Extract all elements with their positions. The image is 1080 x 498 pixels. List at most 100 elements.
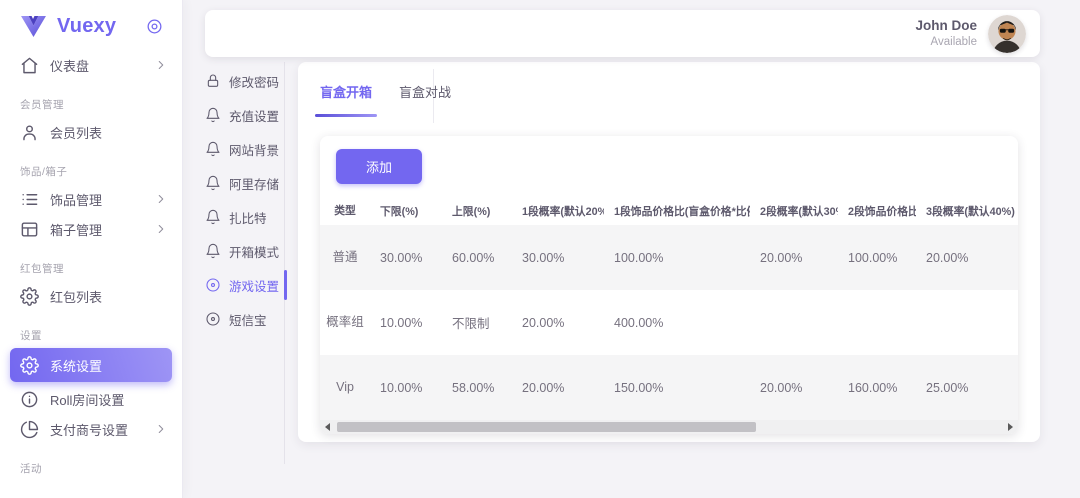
header-card: John Doe Available <box>205 10 1040 57</box>
table-cell: 20.00% <box>750 225 838 290</box>
tab-blindbox-battle[interactable]: 盲盒对战 <box>399 82 451 101</box>
sidebar-item-label: 支付商号设置 <box>50 420 143 439</box>
user-meta: John Doe Available <box>915 18 977 49</box>
table-cell: 不限制 <box>442 290 512 355</box>
settings-menu-item-label: 充值设置 <box>229 106 279 125</box>
nav-section-heading: 活动 <box>20 461 162 476</box>
table-header-row: 类型下限(%)上限(%)1段概率(默认20%)1段饰品价格比(盲盒价格*比例)2… <box>320 197 1018 225</box>
sidebar-item-ornament-manage[interactable]: 饰品管理 <box>0 184 182 214</box>
table-body: 普通30.00%60.00%30.00%100.00%20.00%100.00%… <box>320 225 1018 420</box>
table-cell: 100.00% <box>838 225 916 290</box>
column-header: 3段概率(默认40%) <box>916 197 1018 225</box>
vuexy-logo-icon <box>20 15 47 38</box>
table-cell: 60.00% <box>442 225 512 290</box>
table-cell: 400.00% <box>604 290 750 355</box>
sidebar-item-system-settings[interactable]: 系统设置 <box>10 348 172 382</box>
logo-row: Vuexy <box>0 0 182 50</box>
sidebar-item-label: 饰品管理 <box>50 190 143 209</box>
table-cell <box>838 290 916 355</box>
settings-menu-item-ali-storage[interactable]: 阿里存储 <box>205 166 284 200</box>
chevron-icon <box>154 192 168 206</box>
brand-name: Vuexy <box>57 15 145 38</box>
sidebar-pin-toggle-icon[interactable] <box>145 17 164 36</box>
sidebar-item-payment-merchant-settings[interactable]: 支付商号设置 <box>0 414 182 444</box>
chevron-icon <box>154 422 168 436</box>
sidebar-item-label: Roll房间设置 <box>50 390 168 409</box>
chevron-icon <box>154 58 168 72</box>
user-status: Available <box>915 35 977 49</box>
add-button[interactable]: 添加 <box>336 149 422 184</box>
nav-section-heading: 红包管理 <box>20 261 162 276</box>
column-header: 2段概率(默认30%) <box>750 197 838 225</box>
column-header: 下限(%) <box>370 197 442 225</box>
table-row: 概率组10.00%不限制20.00%400.00% <box>320 290 1018 355</box>
table-cell: 20.00% <box>750 355 838 420</box>
sidebar-item-label: 箱子管理 <box>50 220 143 239</box>
settings-menu-item-recharge-settings[interactable]: 充值设置 <box>205 98 284 132</box>
table-cell: 58.00% <box>442 355 512 420</box>
table-card: 添加 类型下限(%)上限(%)1段概率(默认20%)1段饰品价格比(盲盒价格*比… <box>320 136 1018 434</box>
settings-menu-item-label: 游戏设置 <box>229 276 279 295</box>
sidebar-item-dashboard[interactable]: 仪表盘 <box>0 50 182 80</box>
tab-bar: 盲盒开箱 盲盒对战 <box>298 62 1040 120</box>
table-cell: 100.00% <box>604 225 750 290</box>
table-cell: 30.00% <box>512 225 604 290</box>
settings-menu-item-open-box-mode[interactable]: 开箱模式 <box>205 234 284 268</box>
bell-icon <box>205 141 221 157</box>
column-header: 上限(%) <box>442 197 512 225</box>
table-cell <box>916 290 1018 355</box>
main-card: 盲盒开箱 盲盒对战 添加 类型下限(%)上限(%)1段概率(默认20%)1段饰品价… <box>298 62 1040 442</box>
settings-menu-item-label: 阿里存储 <box>229 174 279 193</box>
bell-icon <box>205 209 221 225</box>
table-cell: 10.00% <box>370 290 442 355</box>
bell-icon <box>205 107 221 123</box>
settings-menu-item-label: 网站背景 <box>229 140 279 159</box>
gear-icon <box>20 356 39 375</box>
pie-icon <box>20 420 39 439</box>
sidebar-item-roll-room-settings[interactable]: Roll房间设置 <box>0 384 182 414</box>
settings-menu-item-sms-bao[interactable]: 短信宝 <box>205 302 284 336</box>
settings-menu-item-site-background[interactable]: 网站背景 <box>205 132 284 166</box>
user-icon <box>20 123 39 142</box>
scrollbar-thumb[interactable] <box>337 422 756 432</box>
table-cell: 25.00% <box>916 355 1018 420</box>
sidebar-item-label: 会员列表 <box>50 123 168 142</box>
settings-menu-item-game-settings[interactable]: 游戏设置 <box>205 268 284 302</box>
settings-menu-item-label: 短信宝 <box>229 310 267 329</box>
table-cell: 20.00% <box>512 355 604 420</box>
table-cell: 30.00% <box>370 225 442 290</box>
table-cell: 160.00% <box>838 355 916 420</box>
sidebar-item-label: 仪表盘 <box>50 56 143 75</box>
nav-section-heading: 设置 <box>20 328 162 343</box>
scroll-left-arrow-icon[interactable] <box>325 423 330 431</box>
info-icon <box>20 390 39 409</box>
settings-menu-item-label: 扎比特 <box>229 208 267 227</box>
settings-menu-item-change-password[interactable]: 修改密码 <box>205 64 284 98</box>
nav-section-heading: 饰品/箱子 <box>20 164 162 179</box>
table-cell: Vip <box>320 355 370 420</box>
sidebar-item-redpacket-list[interactable]: 红包列表 <box>0 281 182 311</box>
column-header: 1段概率(默认20%) <box>512 197 604 225</box>
settings-menu-item-zhabite[interactable]: 扎比特 <box>205 200 284 234</box>
table-row: Vip10.00%58.00%20.00%150.00%20.00%160.00… <box>320 355 1018 420</box>
table-cell: 概率组 <box>320 290 370 355</box>
sidebar-item-label: 系统设置 <box>50 356 164 375</box>
scroll-right-arrow-icon[interactable] <box>1008 423 1013 431</box>
user-name: John Doe <box>915 18 977 35</box>
table-cell: 普通 <box>320 225 370 290</box>
table-head: 类型下限(%)上限(%)1段概率(默认20%)1段饰品价格比(盲盒价格*比例)2… <box>320 197 1018 225</box>
tab-blindbox-open[interactable]: 盲盒开箱 <box>320 82 372 101</box>
sidebar-item-label: 红包列表 <box>50 287 168 306</box>
disc-icon <box>205 277 221 293</box>
sidebar-item-member-list[interactable]: 会员列表 <box>0 117 182 147</box>
home-icon <box>20 56 39 75</box>
table-cell: 150.00% <box>604 355 750 420</box>
sidebar-item-box-manage[interactable]: 箱子管理 <box>0 214 182 244</box>
settings-menu-item-label: 修改密码 <box>229 72 279 91</box>
column-header: 类型 <box>320 197 370 225</box>
bell-icon <box>205 175 221 191</box>
avatar[interactable] <box>988 15 1026 53</box>
sidebar: Vuexy 仪表盘会员管理会员列表饰品/箱子饰品管理箱子管理红包管理红包列表设置… <box>0 0 183 498</box>
box-icon <box>20 220 39 239</box>
lock-icon <box>205 73 221 89</box>
